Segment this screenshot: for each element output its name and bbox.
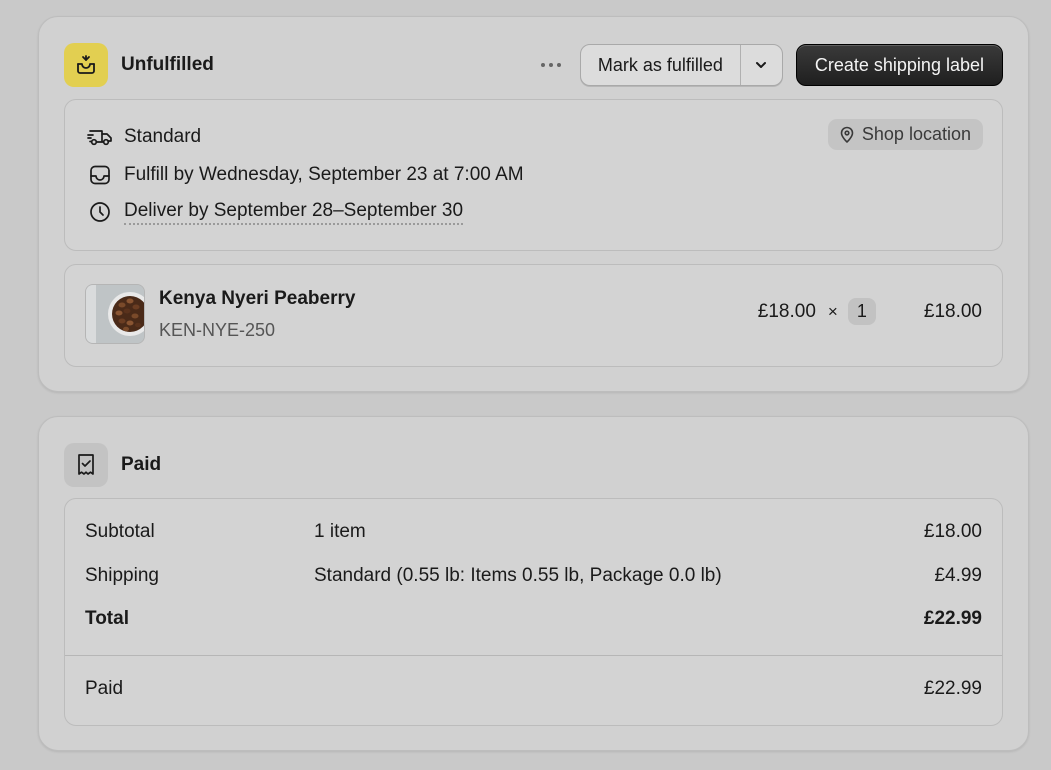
product-sku: KEN-NYE-250 [159, 320, 276, 340]
unit-price: £18.00 [757, 300, 816, 322]
fulfillment-card: Unfulfilled Mark as fulfilled Create shi… [38, 16, 1029, 392]
payment-status-title: Paid [121, 454, 162, 475]
payment-card: Paid Subtotal 1 item £18.00 Shipping Sta… [38, 416, 1029, 751]
shipping-method-line: Standard [87, 124, 201, 150]
summary-divider [65, 655, 1002, 656]
truck-icon [87, 124, 113, 150]
fulfill-by-date: Fulfill by Wednesday, September 23 at 7:… [124, 164, 524, 185]
deliver-by-line: Deliver by September 28–September 30 [87, 199, 464, 225]
shipping-row: Shipping Standard (0.55 lb: Items 0.55 l… [85, 565, 982, 591]
total-amount: £22.99 [923, 608, 982, 629]
subtotal-row: Subtotal 1 item £18.00 [85, 521, 982, 547]
mark-fulfilled-split-button: Mark as fulfilled [579, 44, 783, 86]
quantity-badge: 1 [847, 298, 876, 325]
product-thumbnail[interactable] [85, 284, 145, 344]
shipping-label: Shipping [85, 565, 159, 586]
clock-icon [87, 199, 113, 225]
chevron-down-icon[interactable] [739, 45, 782, 85]
mark-as-fulfilled-button[interactable]: Mark as fulfilled [581, 45, 740, 85]
total-row: Total £22.99 [85, 608, 982, 634]
paid-amount: £22.99 [923, 678, 982, 699]
fulfillment-status-title: Unfulfilled [121, 54, 214, 75]
location-pin-icon [838, 126, 856, 144]
fulfillment-header: Unfulfilled Mark as fulfilled Create shi… [64, 43, 1003, 87]
shipping-desc: Standard (0.55 lb: Items 0.55 lb, Packag… [314, 565, 722, 586]
line-item: Kenya Nyeri Peaberry KEN-NYE-250 £18.00 … [64, 264, 1003, 367]
unfulfilled-box-icon [64, 43, 108, 87]
shipping-amount: £4.99 [934, 565, 982, 586]
inbox-icon [87, 162, 113, 188]
subtotal-desc: 1 item [314, 521, 366, 542]
times-sign: × [827, 301, 838, 321]
subtotal-label: Subtotal [85, 521, 155, 542]
shop-location-label: Shop location [861, 124, 971, 144]
product-name[interactable]: Kenya Nyeri Peaberry [159, 288, 355, 310]
price-row: £18.00 × 1 £18.00 [758, 298, 982, 325]
more-options-icon[interactable] [534, 48, 568, 82]
paid-label: Paid [85, 678, 124, 699]
deliver-by-date[interactable]: Deliver by September 28–September 30 [124, 200, 464, 225]
line-total: £18.00 [923, 300, 982, 322]
payment-summary: Subtotal 1 item £18.00 Shipping Standard… [64, 498, 1003, 726]
subtotal-amount: £18.00 [923, 521, 982, 542]
shipping-method: Standard [124, 126, 202, 147]
fulfill-by-line: Fulfill by Wednesday, September 23 at 7:… [87, 162, 524, 188]
create-shipping-label-button[interactable]: Create shipping label [795, 44, 1003, 86]
paid-row: Paid £22.99 [85, 678, 982, 704]
payment-header: Paid [64, 443, 1003, 487]
shop-location-badge[interactable]: Shop location [827, 119, 983, 150]
receipt-check-icon [64, 443, 108, 487]
total-label: Total [85, 608, 129, 629]
shipping-details: Standard Fulfill by Wednesday, September… [64, 99, 1003, 251]
